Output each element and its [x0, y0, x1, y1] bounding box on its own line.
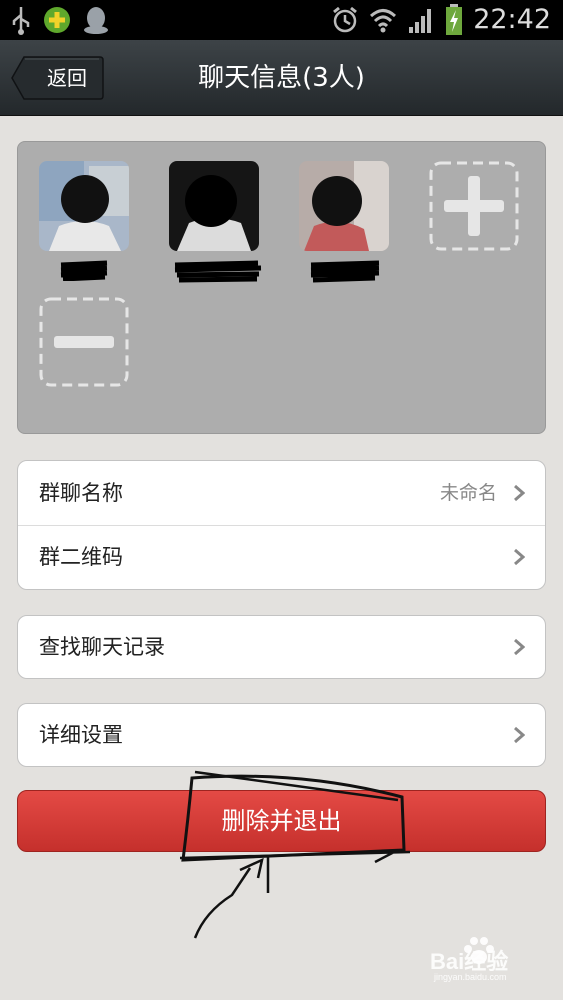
group-name-row[interactable]: 群聊名称 未命名 [18, 462, 545, 524]
delete-button-label: 删除并退出 [221, 807, 342, 835]
members-panel [17, 141, 546, 434]
row-label: 查找聊天记录 [39, 635, 165, 659]
chevron-right-icon [514, 638, 525, 656]
wifi-icon [370, 9, 397, 33]
delete-and-exit-button[interactable]: 删除并退出 [17, 790, 546, 852]
member-name-redacted [310, 260, 380, 283]
chevron-right-icon [514, 726, 525, 744]
row-value: 未命名 [439, 482, 497, 504]
qq-icon [84, 7, 108, 34]
detail-settings-row[interactable]: 详细设置 [18, 704, 545, 766]
search-history-row[interactable]: 查找聊天记录 [18, 616, 545, 678]
status-bar: 22:42 [0, 0, 563, 40]
chevron-right-icon [514, 484, 525, 502]
signal-icon [409, 9, 432, 33]
settings-group-3: 详细设置 [17, 703, 546, 767]
add-member-icon [429, 161, 519, 251]
battery-icon [446, 4, 463, 35]
chevron-right-icon [514, 548, 525, 566]
row-label: 群二维码 [39, 545, 123, 569]
title-bar: 返回 聊天信息(3人) [0, 40, 563, 116]
app-icon [44, 7, 70, 33]
row-label: 群聊名称 [39, 481, 123, 505]
add-member-button[interactable] [429, 161, 519, 251]
settings-group-2: 查找聊天记录 [17, 615, 546, 679]
avatar[interactable] [299, 161, 389, 251]
qr-code-row[interactable]: 群二维码 [18, 526, 545, 588]
remove-member-button[interactable] [39, 297, 129, 387]
row-label: 详细设置 [39, 723, 123, 747]
avatar[interactable] [169, 161, 259, 251]
remove-member-icon [39, 297, 129, 387]
avatar[interactable] [39, 161, 129, 251]
alarm-icon [333, 6, 358, 33]
member-name-redacted [60, 260, 108, 281]
watermark: Bai经验 jingyan.baidu.com [430, 936, 550, 986]
clock: 22:42 [473, 4, 551, 35]
usb-icon [12, 7, 30, 35]
page-title: 聊天信息(3人) [198, 63, 365, 93]
watermark-url: jingyan.baidu.com [434, 972, 507, 982]
member-name-redacted [174, 260, 262, 283]
settings-group-1: 群聊名称 未命名 群二维码 [17, 460, 546, 590]
